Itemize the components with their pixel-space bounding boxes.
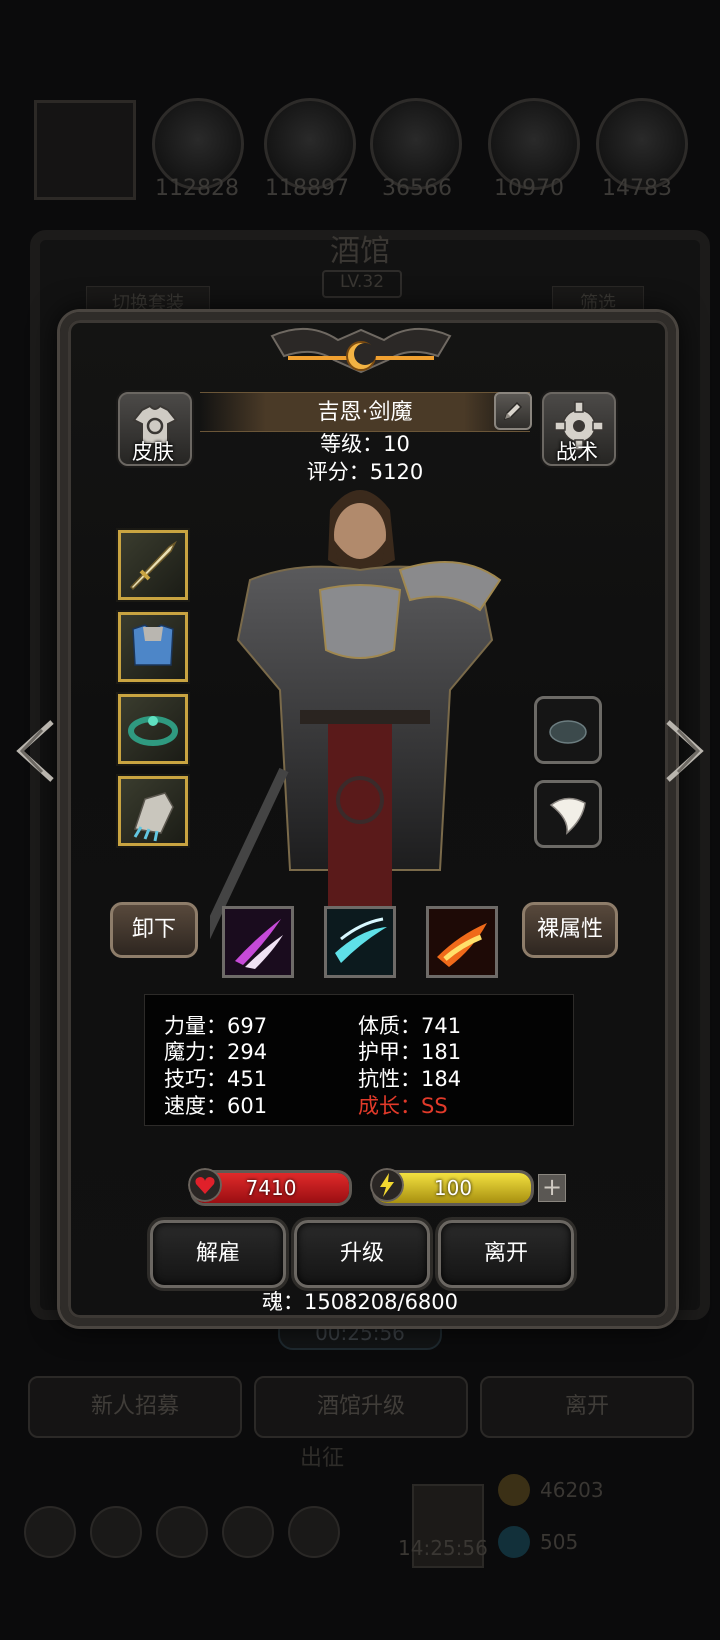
bracelet-icon — [128, 716, 178, 746]
skin-label: 皮肤 — [132, 440, 174, 464]
background-level-badge: LV.32 — [322, 270, 402, 298]
skill-slot-2[interactable] — [324, 906, 396, 978]
background-resource-value: 112828 — [155, 176, 239, 201]
armor-stat: 护甲：181 — [358, 1040, 462, 1064]
background-menu-icon — [156, 1506, 208, 1558]
pencil-icon — [503, 401, 523, 421]
background-resource-value: 14783 — [602, 176, 672, 201]
background-recruit-button: 新人招募 — [28, 1376, 242, 1438]
chest-armor-icon — [132, 624, 174, 666]
upgrade-button[interactable]: 升级 — [294, 1220, 430, 1288]
add-energy-button[interactable]: + — [538, 1174, 566, 1202]
wind-slash-skill-icon — [327, 909, 393, 975]
background-expedition-label: 出征 — [300, 1446, 345, 1471]
base-attributes-button[interactable]: 裸属性 — [522, 902, 618, 958]
background-resource-value: 36566 — [382, 176, 452, 201]
lightning-icon — [370, 1168, 404, 1202]
background-gold-icon — [498, 1474, 530, 1506]
panel-crest-ornament — [270, 327, 452, 374]
next-hero-arrow-icon[interactable] — [662, 716, 708, 786]
speed-stat: 速度：601 — [164, 1094, 268, 1118]
resistance-stat: 抗性：184 — [358, 1067, 462, 1091]
background-gold-value: 46203 — [540, 1478, 604, 1502]
soul-counter: 魂：1508208/6800 — [261, 1290, 459, 1314]
equipment-slot-stone[interactable] — [534, 696, 602, 764]
tactics-label: 战术 — [556, 440, 598, 464]
background-gem-value: 505 — [540, 1530, 579, 1554]
background-avatar — [34, 100, 136, 200]
heart-icon — [188, 1168, 222, 1202]
equipment-slot-armor[interactable] — [118, 612, 188, 682]
leave-button[interactable]: 离开 — [438, 1220, 574, 1288]
sword-icon — [129, 540, 177, 591]
rename-button[interactable] — [494, 392, 532, 430]
previous-hero-arrow-icon[interactable] — [12, 716, 58, 786]
background-tavern-upgrade-button: 酒馆升级 — [254, 1376, 468, 1438]
fire-slash-skill-icon — [429, 909, 495, 975]
background-clock: 14:25:56 — [398, 1536, 488, 1560]
equipment-slot-ring[interactable] — [118, 694, 188, 764]
hero-level: 等级：10 — [320, 432, 410, 456]
hero-name: 吉恩·剑魔 — [317, 400, 413, 425]
background-leave-button: 离开 — [480, 1376, 694, 1438]
equipment-slot-weapon[interactable] — [118, 530, 188, 600]
unequip-button[interactable]: 卸下 — [110, 902, 198, 958]
equipment-slot-fang[interactable] — [534, 780, 602, 848]
growth-stat: 成长：SS — [358, 1094, 448, 1118]
stone-icon — [549, 720, 587, 744]
background-menu-icon — [24, 1506, 76, 1558]
skill-slot-1[interactable] — [222, 906, 294, 978]
equipment-slot-gloves[interactable] — [118, 776, 188, 846]
background-title: 酒馆 — [330, 234, 390, 269]
background-menu-icon — [90, 1506, 142, 1558]
gauntlet-icon — [133, 792, 174, 842]
dismiss-button[interactable]: 解雇 — [150, 1220, 286, 1288]
background-menu-icon — [288, 1506, 340, 1558]
background-resource-value: 10970 — [494, 176, 564, 201]
background-menu-icon — [222, 1506, 274, 1558]
shadow-slash-skill-icon — [225, 909, 291, 975]
skill-stat: 技巧：451 — [164, 1067, 268, 1091]
background-resource-value: 118897 — [265, 176, 349, 201]
background-gem-icon — [498, 1526, 530, 1558]
magic-stat: 魔力：294 — [164, 1040, 268, 1064]
fang-icon — [549, 797, 586, 835]
skill-slot-3[interactable] — [426, 906, 498, 978]
